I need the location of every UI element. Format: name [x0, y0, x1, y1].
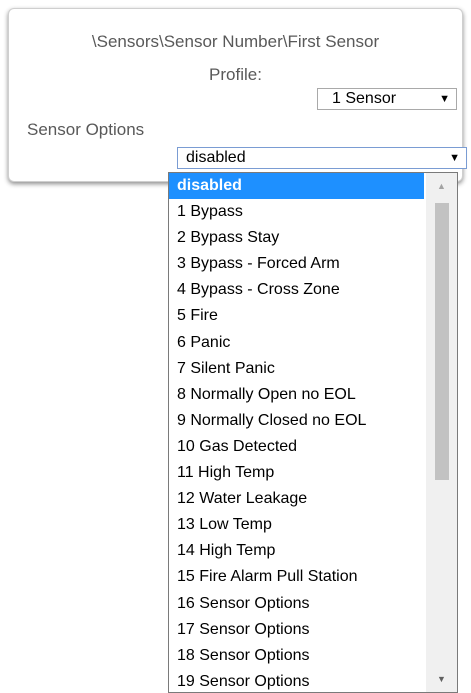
dropdown-option[interactable]: 1 Bypass [169, 199, 424, 225]
profile-select[interactable]: 1 Sensor ▼ [317, 88, 457, 110]
scroll-thumb[interactable] [435, 203, 449, 480]
profile-label: Profile: [209, 65, 262, 84]
dropdown-option[interactable]: 9 Normally Closed no EOL [169, 408, 424, 434]
dropdown-option[interactable]: 2 Bypass Stay [169, 225, 424, 251]
chevron-down-icon: ▼ [439, 93, 450, 105]
chevron-down-icon: ▼ [449, 152, 460, 164]
dropdown-option[interactable]: 18 Sensor Options [169, 643, 424, 669]
dropdown-option[interactable]: 10 Gas Detected [169, 434, 424, 460]
dropdown-option[interactable]: disabled [169, 173, 424, 200]
dropdown-option[interactable]: 8 Normally Open no EOL [169, 382, 424, 408]
dropdown-option[interactable]: 4 Bypass - Cross Zone [169, 277, 424, 303]
dropdown-option[interactable]: 19 Sensor Options [169, 669, 424, 692]
sensor-options-dropdown-list: disabled 1 Bypass 2 Bypass Stay 3 Bypass… [168, 172, 458, 693]
dropdown-option[interactable]: 13 Low Temp [169, 512, 424, 538]
dropdown-options: disabled 1 Bypass 2 Bypass Stay 3 Bypass… [169, 173, 424, 692]
dropdown-option[interactable]: 17 Sensor Options [169, 617, 424, 643]
scroll-up-arrow-icon[interactable]: ▲ [426, 173, 457, 199]
sensor-options-label: Sensor Options [27, 120, 145, 139]
dropdown-option[interactable]: 6 Panic [169, 330, 424, 356]
dropdown-option[interactable]: 11 High Temp [169, 460, 424, 486]
profile-select-value: 1 Sensor [332, 90, 397, 107]
dropdown-option[interactable]: 15 Fire Alarm Pull Station [169, 564, 424, 590]
dropdown-option[interactable]: 12 Water Leakage [169, 486, 424, 512]
dropdown-option[interactable]: 7 Silent Panic [169, 356, 424, 382]
sensor-options-panel: \Sensors\Sensor Number\First Sensor Prof… [8, 8, 467, 182]
sensor-options-select[interactable]: disabled ▼ [177, 147, 467, 169]
sensor-options-select-value: disabled [186, 149, 246, 166]
dropdown-option[interactable]: 16 Sensor Options [169, 591, 424, 617]
dropdown-option[interactable]: 3 Bypass - Forced Arm [169, 251, 424, 277]
dropdown-scrollbar[interactable]: ▲ ▼ [426, 173, 457, 692]
scroll-down-arrow-icon[interactable]: ▼ [426, 666, 457, 692]
sensor-path-text: \Sensors\Sensor Number\First Sensor [91, 32, 380, 51]
dropdown-option[interactable]: 5 Fire [169, 303, 424, 329]
dropdown-option[interactable]: 14 High Temp [169, 538, 424, 564]
